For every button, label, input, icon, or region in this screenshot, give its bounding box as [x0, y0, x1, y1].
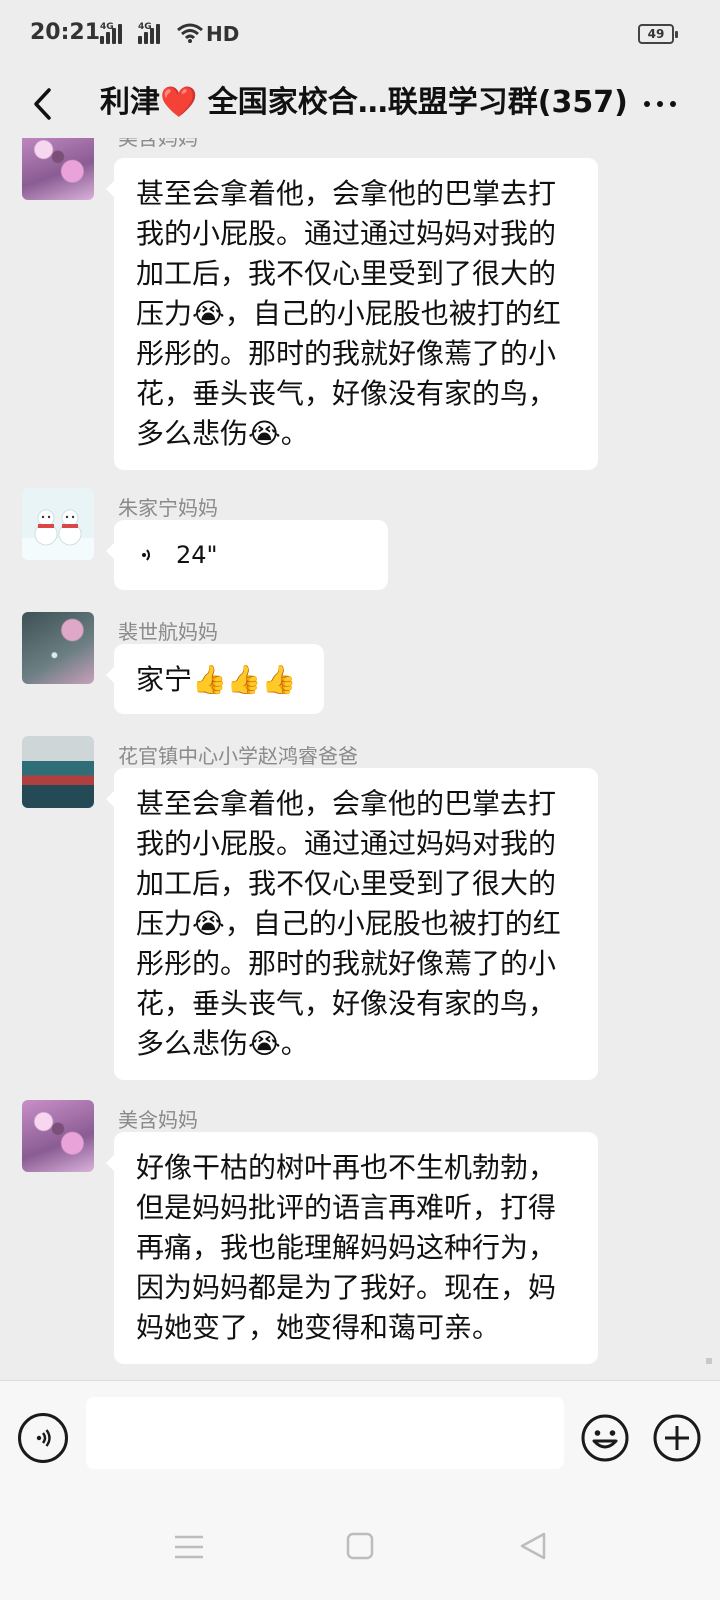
wifi-icon [177, 23, 203, 43]
message-bubble[interactable]: 甚至会拿着他，会拿他的巴掌去打我的小屁股。通过通过妈妈对我的加工后，我不仅心里受… [106, 768, 598, 1080]
input-bar [0, 1380, 720, 1492]
signal-label-2: 4G [138, 22, 152, 32]
chat-area[interactable]: 美含妈妈 甚至会拿着他，会拿他的巴掌去打我的小屁股。通过通过妈妈对我的加工后，我… [0, 138, 720, 1380]
voice-mode-button[interactable] [18, 1413, 68, 1463]
scroll-indicator [706, 1358, 712, 1364]
sender-name: 朱家宁妈妈 [118, 496, 218, 520]
signal-icon-2: 4G [138, 22, 160, 44]
avatar[interactable] [22, 612, 94, 684]
avatar[interactable] [22, 1100, 94, 1172]
message-bubble[interactable]: 好像干枯的树叶再也不生机勃勃，但是妈妈批评的语言再难听，打得再痛，我也能理解妈妈… [106, 1132, 598, 1364]
plus-icon[interactable] [652, 1413, 702, 1463]
message-input[interactable] [86, 1397, 564, 1469]
hd-indicator: HD [206, 22, 240, 46]
battery-icon: 49 [638, 24, 678, 44]
emoji-icon[interactable] [580, 1413, 630, 1463]
home-icon[interactable] [344, 1530, 376, 1562]
system-nav-bar [0, 1492, 720, 1600]
voice-message-bubble[interactable]: 24" [106, 520, 388, 590]
signal-icon: 4G [100, 22, 122, 44]
back-triangle-icon[interactable] [516, 1530, 550, 1562]
back-button[interactable] [14, 76, 70, 132]
battery-level: 49 [647, 27, 665, 41]
chevron-left-icon [34, 88, 51, 120]
sender-name: 美含妈妈 [118, 1108, 198, 1132]
avatar[interactable] [22, 488, 94, 560]
sender-name: 花官镇中心小学赵鸿睿爸爸 [118, 744, 358, 768]
message-bubble[interactable]: 家宁👍👍👍 [106, 644, 324, 714]
voice-wave-icon [142, 549, 150, 561]
more-button[interactable] [630, 76, 690, 132]
status-time: 20:21 [30, 20, 101, 45]
chat-title: 利津❤️ 全国家校合…联盟学习群(357) [100, 85, 628, 120]
sender-name: 裴世航妈妈 [118, 620, 218, 644]
title-bar: 利津❤️ 全国家校合…联盟学习群(357) [0, 70, 720, 138]
avatar[interactable] [22, 736, 94, 808]
snowmen-avatar-image [22, 509, 94, 560]
status-bar: 20:21 4G 4G HD 49 [0, 0, 720, 70]
sender-name: 美含妈妈 [118, 138, 198, 150]
voice-mode-icon [36, 1429, 51, 1447]
menu-icon[interactable] [172, 1532, 206, 1562]
voice-duration: 24" [176, 541, 218, 569]
signal-label: 4G [100, 22, 114, 32]
message-bubble[interactable]: 甚至会拿着他，会拿他的巴掌去打我的小屁股。通过通过妈妈对我的加工后，我不仅心里受… [106, 158, 598, 470]
more-dots-icon [644, 101, 650, 107]
avatar[interactable] [22, 138, 94, 200]
